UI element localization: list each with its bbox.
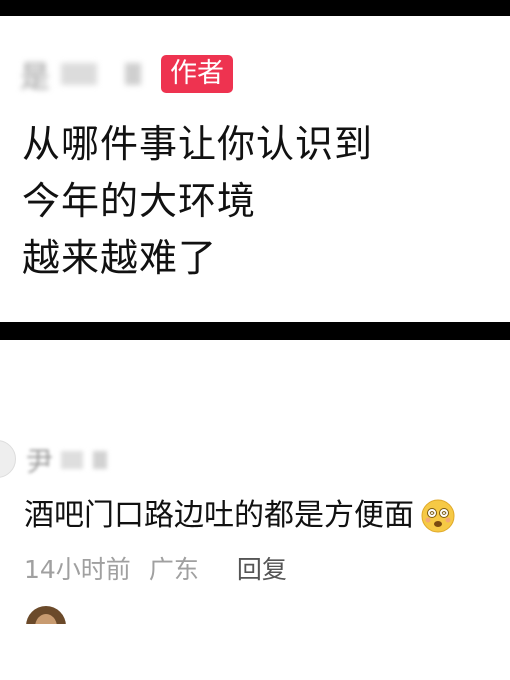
username-blur-2 [93,450,107,469]
reply-button[interactable]: 回复 [237,550,287,586]
comment-body: 酒吧门口路边吐的都是方便面 [24,496,456,536]
section-divider-bar [0,322,510,340]
post-title-line-3: 越来越难了 [22,236,218,280]
post-title: 从哪件事让你认识到 今年的大环境 越来越难了 [22,116,492,287]
top-dark-bar [0,0,510,16]
comment-meta: 14小时前 广东 回复 [24,550,287,586]
post-author-row: 是 作者 [20,52,233,96]
comment-avatar[interactable] [0,440,16,478]
comment-location: 广东 [148,555,199,584]
author-badge: 作者 [161,55,233,93]
dizzy-face-emoji-icon [420,498,456,534]
post-author-name[interactable]: 是 [20,52,51,96]
comment-user-row: 尹 [26,440,107,479]
post-title-line-2: 今年的大环境 [22,179,257,223]
username-blur [61,450,83,469]
comment-time: 14小时前 [24,555,131,584]
author-name-blur [61,63,97,85]
comment-username[interactable]: 尹 [26,440,53,479]
post-title-line-1: 从哪件事让你认识到 [22,122,374,166]
author-name-blur-2 [125,63,141,85]
bottom-cutoff [0,624,510,680]
comment-text: 酒吧门口路边吐的都是方便面 [24,498,414,533]
